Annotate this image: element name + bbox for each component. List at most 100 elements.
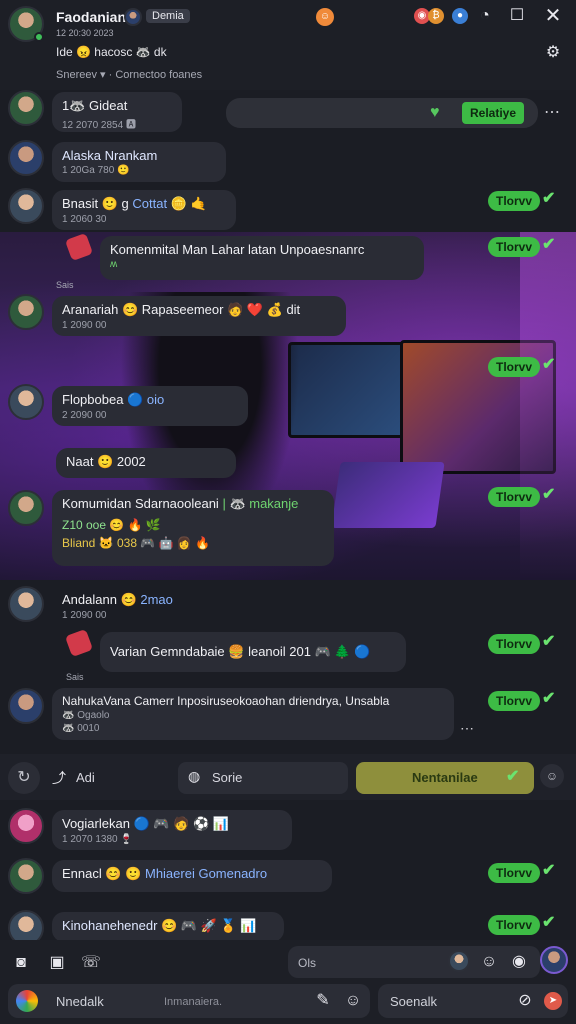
message-meta: ʍ bbox=[110, 259, 118, 270]
sticker-icon[interactable]: ☺ bbox=[478, 951, 500, 973]
app-logo-icon[interactable] bbox=[16, 990, 38, 1012]
message-bubble[interactable]: Alaska Nrankam 1 20Ga 780 🙂 bbox=[52, 142, 226, 182]
gallery-icon[interactable]: ▣ bbox=[46, 952, 68, 974]
message-meta: 1 2060 30 bbox=[62, 214, 107, 225]
message-text: NahukaVana Camerr Inposiruseokoaohan dri… bbox=[62, 694, 390, 708]
header-timestamp: 12 20:30 2023 bbox=[56, 28, 114, 38]
settings-icon[interactable]: ⚙ bbox=[542, 42, 564, 64]
gif-icon[interactable]: ◉ bbox=[508, 951, 530, 973]
double-check-icon: ✔ bbox=[542, 486, 556, 503]
sender-avatar[interactable] bbox=[8, 188, 44, 224]
emoji-icon[interactable]: ☺ bbox=[316, 8, 334, 26]
member-tag[interactable]: Demia bbox=[146, 9, 190, 23]
message-meta: 12 2070 2854 🅰 bbox=[62, 120, 136, 131]
message-meta: 1 2090 00 bbox=[62, 320, 107, 331]
sender-avatar[interactable] bbox=[8, 384, 44, 420]
sender-avatar[interactable] bbox=[8, 858, 44, 894]
scene-caption: Sais bbox=[56, 280, 74, 290]
link-icon[interactable]: ⊘ bbox=[514, 990, 536, 1012]
header-substatus: Snereev ▾ · Cornectoo foanes bbox=[56, 69, 203, 81]
attach-icon[interactable]: ✎ bbox=[312, 990, 334, 1012]
message-meta: 1 20Ga 780 🙂 bbox=[62, 165, 130, 176]
message-bubble[interactable]: Ennacl 😊 🙂 Mhiaerei Gomenadro bbox=[52, 860, 332, 892]
sender-avatar[interactable] bbox=[8, 90, 44, 126]
save-label: Sorie bbox=[212, 770, 243, 785]
message-bubble[interactable]: Naat 🙂 2002 bbox=[56, 448, 236, 478]
save-icon: ◍ bbox=[188, 768, 201, 784]
message-highlight: Mhiaerei Gomenadro bbox=[144, 866, 268, 881]
contact-avatar[interactable] bbox=[448, 950, 470, 972]
message-bubble[interactable]: Vogiarlekan 🔵 🎮 🧑 ⚽ 📊 1 2070 1380 🍷 bbox=[52, 810, 292, 850]
message-bubble[interactable]: NahukaVana Camerr Inposiruseokoaohan dri… bbox=[52, 688, 454, 740]
online-indicator bbox=[34, 32, 44, 42]
sender-avatar[interactable] bbox=[8, 140, 44, 176]
message-text: Flopbobea 🔵 oio bbox=[62, 392, 238, 408]
double-check-icon: ✔ bbox=[506, 768, 520, 785]
status-pill: Tlorvv bbox=[488, 863, 541, 883]
share-icon[interactable]: ⤴ bbox=[52, 768, 66, 788]
double-check-icon: ✔ bbox=[542, 690, 556, 707]
game-icon[interactable] bbox=[64, 628, 94, 658]
status-pill: Tlorvv bbox=[488, 487, 541, 507]
status-pill: Tlorvv bbox=[488, 691, 541, 711]
message-bubble[interactable]: Komumidan Sdarnaooleani | 🦝 makanje Z10 … bbox=[52, 490, 334, 566]
status-input[interactable] bbox=[288, 946, 540, 978]
member-avatar[interactable] bbox=[124, 8, 142, 26]
user-avatar[interactable] bbox=[540, 946, 568, 974]
message-bubble[interactable]: 1🦝 Gideat 12 2070 2854 🅰 bbox=[52, 92, 182, 132]
sender-avatar[interactable] bbox=[8, 586, 44, 622]
message-text: Varian Gemndabaie 🍔 leanoil 201 🎮 🌲 🔵 bbox=[110, 644, 371, 659]
status-pill: Tlorvv bbox=[488, 357, 541, 377]
profile-icon[interactable]: ● bbox=[452, 8, 468, 24]
message-bubble[interactable]: Kinohanehenedr 😊 🎮 🚀 🏅 📊 bbox=[52, 912, 284, 942]
message-meta: Bliand 🐱 038 🎮 🤖 👩 🔥 bbox=[62, 536, 211, 550]
reply-label[interactable]: Relatiye bbox=[462, 102, 525, 124]
save-button[interactable] bbox=[178, 762, 348, 794]
reaction-icon[interactable]: ☺ bbox=[540, 764, 564, 788]
coin-icon[interactable]: ₿ bbox=[428, 8, 444, 24]
message-highlight: Cottat 🪙 🤙 bbox=[132, 196, 207, 211]
message-bubble[interactable]: Flopbobea 🔵 oio 2 2090 00 bbox=[52, 386, 248, 426]
sender-avatar[interactable] bbox=[8, 688, 44, 724]
message-text: Vogiarlekan 🔵 🎮 🧑 ⚽ 📊 bbox=[62, 816, 229, 831]
message-bubble[interactable]: Varian Gemndabaie 🍔 leanoil 201 🎮 🌲 🔵 bbox=[100, 632, 406, 672]
voice-icon[interactable]: ☏ bbox=[80, 952, 102, 974]
more-icon[interactable]: ⋯ bbox=[460, 720, 474, 737]
keyboard bbox=[331, 462, 445, 528]
wifi-icon: ◔ bbox=[480, 7, 490, 24]
message-meta: 1 2090 00 bbox=[62, 610, 107, 621]
refresh-button[interactable]: ↻ bbox=[8, 762, 40, 794]
message-text: Aranariah 😊 Rapaseemeor 🧑 ❤️ 💰 dit bbox=[62, 302, 301, 317]
double-check-icon: ✔ bbox=[542, 862, 556, 879]
message-meta: 🦝 Ogaolo bbox=[62, 710, 110, 721]
window-icon[interactable]: ☐ bbox=[506, 5, 528, 27]
double-check-icon: ✔ bbox=[542, 914, 556, 931]
message-bubble[interactable]: Aranariah 😊 Rapaseemeor 🧑 ❤️ 💰 dit 1 209… bbox=[52, 296, 346, 336]
status-text: Ols bbox=[298, 956, 316, 970]
share-button[interactable]: Adi bbox=[76, 770, 95, 785]
message-meta: 1 2070 1380 🍷 bbox=[62, 834, 133, 845]
monitor-left bbox=[288, 342, 404, 438]
sender-avatar[interactable] bbox=[8, 808, 44, 844]
message-name: Flopbobea bbox=[62, 392, 124, 407]
status-pill: Tlorvv bbox=[488, 634, 541, 654]
send-icon[interactable]: ➤ bbox=[544, 992, 562, 1010]
message-bubble[interactable]: Bnasit 🙂 g Cottat 🪙 🤙 1 2060 30 bbox=[52, 190, 236, 230]
message-meta: 🦝 0010 bbox=[62, 723, 100, 734]
message-text: Komumidan Sdarnaooleani | 🦝 makanje bbox=[62, 496, 324, 512]
double-check-icon: ✔ bbox=[542, 190, 556, 207]
emoji-icon[interactable]: ☺ bbox=[342, 990, 364, 1012]
message-bubble[interactable]: Komenmital Man Lahar latan Unpoaesnanrc … bbox=[100, 236, 424, 280]
camera-icon[interactable]: ◙ bbox=[10, 952, 32, 974]
message-name: Komumidan Sdarnaooleani bbox=[62, 496, 219, 511]
close-icon[interactable]: ✕ bbox=[542, 5, 564, 27]
message-bubble[interactable]: Andalann 😊 2mao 1 2090 00 bbox=[52, 586, 212, 626]
sender-avatar[interactable] bbox=[8, 294, 44, 330]
message-meta: 2 2090 00 bbox=[62, 410, 107, 421]
mention-label: Nentanilae bbox=[412, 770, 478, 785]
message-name: Ennacl 😊 🙂 bbox=[62, 866, 142, 881]
sender-avatar[interactable] bbox=[8, 490, 44, 526]
neon-strip bbox=[520, 232, 576, 580]
double-check-icon: ✔ bbox=[542, 633, 556, 650]
more-icon[interactable]: ⋯ bbox=[544, 102, 560, 122]
